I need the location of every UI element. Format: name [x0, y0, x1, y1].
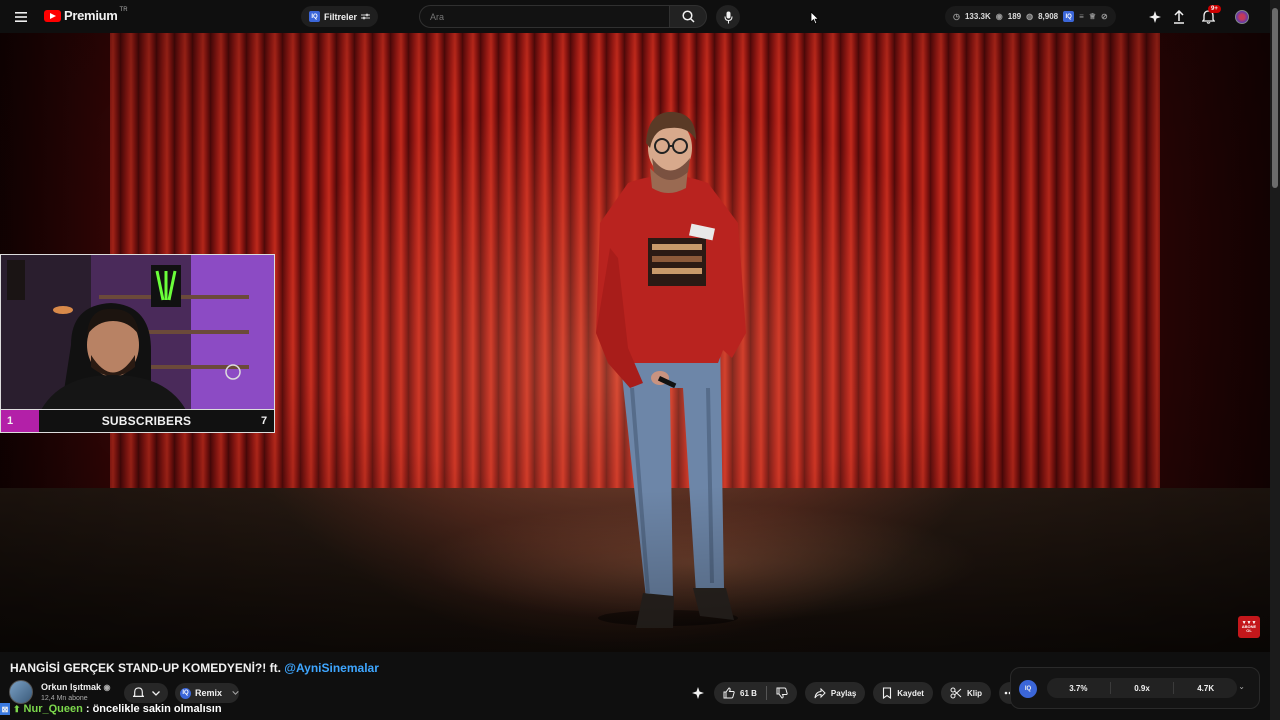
subscription-bell-button[interactable] — [124, 683, 168, 703]
chat-message: : öncelikle sakin olmalısın — [85, 703, 222, 715]
iq-badge-icon: IQ — [180, 687, 191, 699]
metric-row: 3.7% 0.9x 4.7K — [1047, 678, 1237, 698]
voice-search-button[interactable] — [716, 5, 740, 29]
trophy-icon: ♕ — [1088, 12, 1096, 21]
chat-badge-icon: ⬆ — [13, 703, 21, 714]
like-count: 61 B — [740, 688, 757, 698]
video-title-text: HANGİSİ GERÇEK STAND-UP KOMEDYENİ?! ft. — [10, 661, 281, 675]
youtube-premium-logo[interactable]: Premium TR — [44, 6, 128, 23]
video-info-panel: HANGİSİ GERÇEK STAND-UP KOMEDYENİ?! ft. … — [0, 652, 1270, 720]
chevron-down-icon — [232, 691, 239, 695]
stat-views: 133.3K — [964, 12, 991, 21]
list-icon: ≡ — [1079, 12, 1084, 21]
iq-badge-icon: IQ — [309, 11, 320, 22]
subscriber-goal-label: SUBSCRIBERS — [101, 414, 192, 428]
iq-badge-icon: IQ — [1019, 680, 1037, 698]
stat-likes: 189 — [1007, 12, 1022, 21]
mouse-cursor-icon — [810, 11, 820, 25]
channel-name-text: Orkun Işıtmak — [41, 682, 102, 692]
subscriber-count: 12,4 Mn abone — [41, 695, 88, 702]
filter-label: Filtreler — [324, 11, 358, 22]
metric-value: 3.7% — [1069, 683, 1088, 693]
subscriber-goal-current: 1 — [1, 410, 39, 432]
microphone-icon — [723, 11, 733, 23]
remix-label: Remix — [194, 688, 222, 698]
like-button[interactable]: 61 B — [714, 682, 766, 704]
channel-avatar[interactable] — [9, 680, 33, 704]
webcam-feed — [1, 255, 274, 410]
iq-badge-icon: IQ — [1063, 11, 1075, 22]
chevron-down-icon[interactable]: ⌄ — [1238, 682, 1245, 691]
channel-name[interactable]: Orkun Işıtmak ◉ — [41, 682, 111, 692]
chat-icon: ◍ — [1026, 12, 1034, 21]
video-title: HANGİSİ GERÇEK STAND-UP KOMEDYENİ?! ft. … — [10, 661, 379, 675]
like-dislike-group: 61 B — [714, 682, 797, 704]
remix-button[interactable]: IQ Remix — [175, 683, 239, 703]
sparkle-icon — [1149, 11, 1161, 23]
share-label: Paylaş — [830, 688, 857, 698]
thumbs-down-icon — [776, 687, 788, 699]
link-icon: ⊘ — [1100, 12, 1108, 21]
verified-icon: ◉ — [103, 683, 111, 692]
dislike-button[interactable] — [767, 682, 797, 704]
thumbs-up-icon — [723, 687, 735, 699]
video-actions: 61 B Paylaş Kaydet Klip — [690, 682, 1022, 704]
save-button[interactable]: Kaydet — [873, 682, 933, 704]
analytics-widget[interactable]: IQ 3.7% 0.9x 4.7K ⌄ — [1010, 667, 1260, 709]
upload-button[interactable] — [1170, 8, 1188, 26]
page-scrollbar[interactable] — [1270, 0, 1280, 720]
bookmark-icon — [883, 687, 892, 699]
chat-platform-icon: ⊠ — [0, 703, 10, 715]
create-sparkle-button[interactable] — [1146, 8, 1164, 26]
sliders-icon — [361, 13, 371, 20]
metric-value: 0.9x — [1134, 683, 1150, 693]
subscribe-watermark-text: ABONE OL — [1241, 624, 1257, 633]
share-icon — [814, 687, 826, 698]
subscriber-goal-bar: 1 SUBSCRIBERS 7 — [1, 409, 274, 432]
streamer-webcam-overlay: 1 SUBSCRIBERS 7 — [0, 254, 275, 433]
menu-icon[interactable] — [12, 8, 30, 26]
save-label: Kaydet — [897, 688, 924, 698]
subscriber-goal-target: 7 — [260, 415, 268, 427]
chat-overlay-message: ⊠ ⬆ Nur_Queen : öncelikle sakin olmalısı… — [0, 702, 222, 716]
video-stats-extension[interactable]: ◷ 133.3K ◉ 189 ◍ 8,908 IQ ≡ ♕ ⊘ — [945, 6, 1116, 27]
filter-button[interactable]: IQ Filtreler — [301, 6, 379, 27]
search-button[interactable] — [669, 5, 707, 28]
metric-value: 4.7K — [1197, 683, 1215, 693]
bell-icon — [132, 687, 144, 697]
search-icon — [681, 10, 695, 23]
logo-text: Premium — [64, 8, 118, 23]
notification-count-badge: 9+ — [1208, 5, 1221, 13]
eye-icon: ◉ — [995, 12, 1003, 21]
clip-button[interactable]: Klip — [940, 682, 992, 704]
stat-comments: 8,908 — [1038, 12, 1059, 21]
chat-username: Nur_Queen — [23, 703, 83, 715]
search-input[interactable] — [430, 11, 669, 22]
scissors-icon — [950, 687, 962, 699]
chevron-down-icon — [151, 690, 160, 696]
upload-icon — [1174, 10, 1184, 24]
title-mention-link[interactable]: @AyniSinemalar — [284, 661, 379, 675]
subscribe-watermark[interactable]: ▼▼▼ ABONE OL — [1238, 616, 1260, 638]
scrollbar-thumb[interactable] — [1272, 8, 1278, 188]
country-code: TR — [119, 6, 128, 13]
top-bar: Premium TR IQ Filtreler ◷ 133.3K ◉ 189 ◍… — [0, 0, 1270, 33]
youtube-play-icon — [44, 9, 61, 22]
sparkle-icon — [692, 687, 704, 699]
notifications-button[interactable]: 9+ — [1199, 5, 1221, 26]
account-avatar[interactable] — [1235, 10, 1249, 24]
search-box — [419, 5, 670, 28]
clip-label: Klip — [966, 688, 983, 698]
ask-ai-button[interactable] — [690, 685, 706, 701]
clock-icon: ◷ — [953, 12, 960, 21]
share-button[interactable]: Paylaş — [804, 682, 866, 704]
